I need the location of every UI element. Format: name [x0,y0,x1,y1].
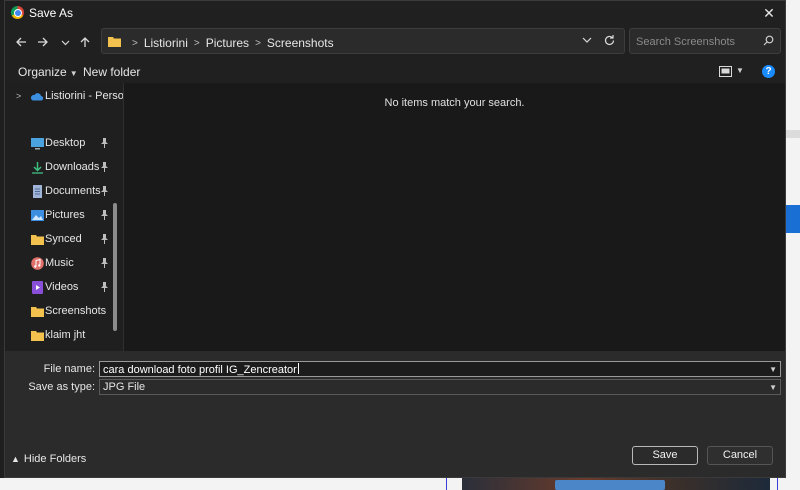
caret-down-icon[interactable]: ▼ [736,66,744,75]
background-window-edge [786,0,800,490]
document-icon [33,185,42,198]
pin-icon[interactable] [100,162,109,172]
music-icon [31,257,44,270]
organize-menu[interactable]: Organize ▼ [18,65,78,79]
folder-icon [31,307,44,317]
refresh-icon[interactable] [603,34,616,47]
navigation-scrollbar[interactable] [113,203,117,331]
cancel-button[interactable]: Cancel [707,446,773,465]
help-button[interactable]: ? [762,65,775,78]
breadcrumb-item[interactable]: Screenshots [267,36,334,50]
navigation-bar: > Listiorini > Pictures > Screenshots [5,27,785,57]
search-input[interactable] [634,33,762,51]
sidebar-item-videos[interactable]: Videos [5,278,115,298]
address-bar[interactable]: > Listiorini > Pictures > Screenshots [101,28,625,54]
back-button[interactable] [11,33,31,51]
pin-icon[interactable] [100,234,109,244]
chevron-down-icon [61,40,69,45]
sidebar-item-klaim-jht[interactable]: klaim jht [5,326,115,346]
chevron-right-icon: > [255,37,261,49]
cloud-icon [30,93,43,101]
pin-icon[interactable] [100,282,109,292]
sidebar-item-pictures[interactable]: Pictures [5,206,115,226]
chevron-down-icon[interactable] [582,35,592,45]
chrome-icon [11,6,24,19]
chevron-down-icon[interactable]: ▼ [769,383,777,392]
filetype-select[interactable]: JPG File ▼ [99,379,781,395]
hide-folders-label: Hide Folders [23,453,87,465]
sidebar-item-label: Documents [45,185,101,197]
chevron-up-icon: ▲ [11,454,20,464]
chevron-down-icon[interactable]: ▼ [769,365,777,374]
pin-icon[interactable] [100,258,109,268]
sidebar-item-label: klaim jht [45,329,86,341]
filename-value: cara download foto profil IG_Zencreator [103,364,297,376]
organize-label: Organize [18,65,67,79]
arrow-right-icon [38,37,48,47]
forward-button[interactable] [33,33,53,51]
caret-down-icon: ▼ [69,69,78,78]
background-window-strip [0,478,800,490]
save-options-panel: File name: cara download foto profil IG_… [5,351,785,477]
folder-icon [108,37,121,47]
filetype-value: JPG File [103,381,146,393]
sidebar-item-label: Downloads [45,161,100,173]
filename-field[interactable]: cara download foto profil IG_Zencreator … [99,361,781,377]
sidebar-item-desktop[interactable]: Desktop [5,134,115,154]
navigation-pane: > Listiorini - Persor Desktop Downloads … [5,83,123,351]
dialog-title: Save As [29,6,74,20]
save-button[interactable]: Save [632,446,698,465]
sidebar-item-label: Pictures [45,209,85,221]
pin-icon[interactable] [100,186,109,196]
download-icon [32,162,43,174]
breadcrumb-item[interactable]: Listiorini [144,36,188,50]
chevron-right-icon: > [193,37,200,49]
sidebar-item-documents[interactable]: Documents [5,182,115,202]
sidebar-item-synced[interactable]: Synced [5,230,115,250]
sidebar-item-screenshots[interactable]: Screenshots [5,302,115,322]
desktop-icon [31,138,44,150]
sidebar-item-label: Desktop [45,137,86,149]
empty-message: No items match your search. [384,97,525,109]
chevron-right-icon: > [132,37,138,49]
pin-icon[interactable] [100,210,109,220]
sidebar-item-onedrive[interactable]: > Listiorini - Persor [5,89,123,105]
folder-icon [31,235,44,245]
new-folder-button[interactable]: New folder [83,65,140,79]
view-options-icon[interactable] [719,66,732,77]
sidebar-item-music[interactable]: Music [5,254,115,274]
folder-icon [31,331,44,341]
search-icon [763,35,774,46]
text-cursor [297,363,299,374]
arrow-left-icon [16,37,26,47]
sidebar-item-label: Music [45,257,74,269]
pin-icon[interactable] [100,138,109,148]
sidebar-item-label: Listiorini - Persor [45,90,123,102]
filetype-label: Save as type: [28,381,95,393]
recent-locations-button[interactable] [55,33,75,51]
title-bar: Save As ✕ [5,1,785,25]
save-as-dialog: Save As ✕ > Listiorini > Pictures > Scre… [4,0,786,478]
chevron-right-icon[interactable]: > [16,91,21,101]
sidebar-item-label: Screenshots [45,305,107,317]
breadcrumb: > Listiorini > Pictures > Screenshots [126,36,334,50]
sidebar-item-downloads[interactable]: Downloads [5,158,115,178]
up-button[interactable] [75,33,95,51]
video-icon [32,281,43,294]
close-button[interactable]: ✕ [759,3,779,23]
pictures-icon [31,210,44,221]
arrow-up-icon [80,37,90,47]
breadcrumb-item[interactable]: Pictures [206,36,249,50]
sidebar-item-label: Videos [45,281,79,293]
search-box[interactable] [629,28,781,54]
command-bar: Organize ▼ New folder ▼ ? [5,61,785,83]
filename-label: File name: [43,363,95,375]
sidebar-item-label: Synced [45,233,82,245]
file-list[interactable]: No items match your search. [124,83,785,351]
hide-folders-button[interactable]: ▲ Hide Folders [11,453,86,465]
